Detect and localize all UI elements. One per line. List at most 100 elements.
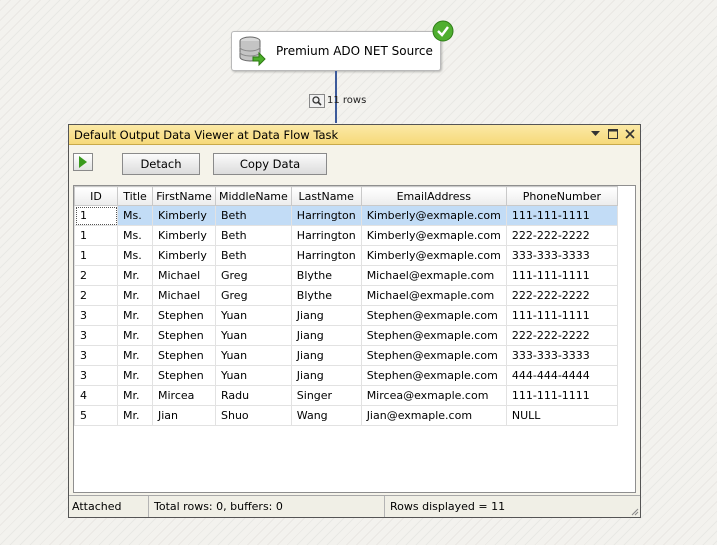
- cell-middlename[interactable]: Yuan: [215, 305, 292, 326]
- cell-lastname[interactable]: Jiang: [290, 325, 362, 346]
- cell-middlename[interactable]: Yuan: [215, 325, 292, 346]
- cell-lastname[interactable]: Wang: [290, 405, 362, 426]
- cell-emailaddress[interactable]: Stephen@exmaple.com: [360, 365, 507, 386]
- cell-lastname[interactable]: Jiang: [290, 345, 362, 366]
- detach-button[interactable]: Detach: [122, 153, 200, 175]
- cell-title[interactable]: Mr.: [117, 365, 153, 386]
- table-row[interactable]: 3 Mr. Stephen Yuan Jiang Stephen@exmaple.com 1…: [74, 305, 618, 326]
- cell-phonenumber[interactable]: 111-111-1111: [505, 265, 618, 286]
- column-header-emailaddress[interactable]: EmailAddress: [360, 186, 507, 206]
- table-row[interactable]: 2 Mr. Michael Greg Blythe Michael@exmaple.com…: [74, 265, 618, 286]
- cell-id[interactable]: 3: [74, 325, 118, 346]
- cell-middlename[interactable]: Greg: [215, 285, 292, 306]
- cell-title[interactable]: Mr.: [117, 305, 153, 326]
- column-header-id[interactable]: ID: [74, 186, 118, 206]
- play-button[interactable]: [73, 153, 93, 171]
- cell-middlename[interactable]: Yuan: [215, 345, 292, 366]
- resize-grip-icon[interactable]: [629, 506, 639, 516]
- cell-id[interactable]: 5: [74, 405, 118, 426]
- cell-middlename[interactable]: Beth: [215, 245, 292, 266]
- viewer-title-bar[interactable]: Default Output Data Viewer at Data Flow …: [69, 125, 640, 145]
- cell-lastname[interactable]: Harrington: [290, 245, 362, 266]
- cell-firstname[interactable]: Michael: [152, 285, 216, 306]
- cell-title[interactable]: Mr.: [117, 325, 153, 346]
- table-row[interactable]: 1 Ms. Kimberly Beth Harrington Kimberly@exmap…: [74, 205, 618, 226]
- cell-middlename[interactable]: Greg: [215, 265, 292, 286]
- table-row[interactable]: 5 Mr. Jian Shuo Wang Jian@exmaple.com NULL: [74, 405, 618, 426]
- cell-phonenumber[interactable]: 111-111-1111: [505, 205, 618, 226]
- cell-firstname[interactable]: Stephen: [152, 325, 216, 346]
- cell-phonenumber[interactable]: 333-333-3333: [505, 345, 618, 366]
- cell-firstname[interactable]: Kimberly: [152, 205, 216, 226]
- column-header-firstname[interactable]: FirstName: [152, 186, 216, 206]
- cell-lastname[interactable]: Jiang: [290, 365, 362, 386]
- cell-emailaddress[interactable]: Kimberly@exmaple.com: [360, 245, 507, 266]
- column-header-lastname[interactable]: LastName: [290, 186, 362, 206]
- cell-title[interactable]: Ms.: [117, 205, 153, 226]
- cell-phonenumber[interactable]: 111-111-1111: [505, 385, 618, 406]
- cell-id[interactable]: 1: [74, 245, 118, 266]
- cell-title[interactable]: Mr.: [117, 385, 153, 406]
- cell-lastname[interactable]: Blythe: [290, 265, 362, 286]
- table-row[interactable]: 2 Mr. Michael Greg Blythe Michael@exmaple.com…: [74, 285, 618, 306]
- cell-middlename[interactable]: Radu: [215, 385, 292, 406]
- data-grid[interactable]: ID Title FirstName MiddleName LastName E…: [73, 185, 636, 493]
- table-row[interactable]: 1 Ms. Kimberly Beth Harrington Kimberly@exmap…: [74, 225, 618, 246]
- close-icon[interactable]: [623, 127, 636, 140]
- cell-title[interactable]: Mr.: [117, 345, 153, 366]
- cell-firstname[interactable]: Kimberly: [152, 245, 216, 266]
- premium-ado-net-source-component[interactable]: Premium ADO NET Source: [231, 31, 441, 71]
- cell-emailaddress[interactable]: Mircea@exmaple.com: [360, 385, 507, 406]
- cell-emailaddress[interactable]: Kimberly@exmaple.com: [360, 225, 507, 246]
- table-row[interactable]: 3 Mr. Stephen Yuan Jiang Stephen@exmaple.com 2…: [74, 325, 618, 346]
- cell-emailaddress[interactable]: Jian@exmaple.com: [360, 405, 507, 426]
- maximize-icon[interactable]: [606, 127, 619, 140]
- cell-lastname[interactable]: Jiang: [290, 305, 362, 326]
- cell-firstname[interactable]: Kimberly: [152, 225, 216, 246]
- cell-phonenumber[interactable]: 222-222-2222: [505, 285, 618, 306]
- cell-phonenumber[interactable]: NULL: [505, 405, 618, 426]
- cell-firstname[interactable]: Stephen: [152, 305, 216, 326]
- cell-id[interactable]: 3: [74, 345, 118, 366]
- cell-id[interactable]: 1: [74, 205, 118, 226]
- cell-middlename[interactable]: Beth: [215, 205, 292, 226]
- cell-phonenumber[interactable]: 444-444-4444: [505, 365, 618, 386]
- cell-emailaddress[interactable]: Stephen@exmaple.com: [360, 305, 507, 326]
- cell-phonenumber[interactable]: 222-222-2222: [505, 225, 618, 246]
- cell-emailaddress[interactable]: Michael@exmaple.com: [360, 285, 507, 306]
- cell-title[interactable]: Mr.: [117, 265, 153, 286]
- cell-emailaddress[interactable]: Michael@exmaple.com: [360, 265, 507, 286]
- cell-emailaddress[interactable]: Stephen@exmaple.com: [360, 345, 507, 366]
- cell-lastname[interactable]: Harrington: [290, 205, 362, 226]
- column-header-title[interactable]: Title: [117, 186, 153, 206]
- cell-firstname[interactable]: Stephen: [152, 345, 216, 366]
- cell-id[interactable]: 3: [74, 365, 118, 386]
- table-row[interactable]: 3 Mr. Stephen Yuan Jiang Stephen@exmaple.com 4…: [74, 365, 618, 386]
- data-viewer-magnifier-icon[interactable]: [309, 94, 325, 108]
- column-header-middlename[interactable]: MiddleName: [215, 186, 292, 206]
- cell-emailaddress[interactable]: Stephen@exmaple.com: [360, 325, 507, 346]
- cell-phonenumber[interactable]: 111-111-1111: [505, 305, 618, 326]
- dropdown-arrow-icon[interactable]: [589, 127, 602, 140]
- cell-title[interactable]: Ms.: [117, 245, 153, 266]
- cell-firstname[interactable]: Michael: [152, 265, 216, 286]
- cell-lastname[interactable]: Blythe: [290, 285, 362, 306]
- cell-emailaddress[interactable]: Kimberly@exmaple.com: [360, 205, 507, 226]
- cell-title[interactable]: Mr.: [117, 405, 153, 426]
- cell-firstname[interactable]: Mircea: [152, 385, 216, 406]
- table-row[interactable]: 1 Ms. Kimberly Beth Harrington Kimberly@exmap…: [74, 245, 618, 266]
- cell-title[interactable]: Mr.: [117, 285, 153, 306]
- cell-lastname[interactable]: Singer: [290, 385, 362, 406]
- cell-firstname[interactable]: Jian: [152, 405, 216, 426]
- cell-id[interactable]: 4: [74, 385, 118, 406]
- cell-lastname[interactable]: Harrington: [290, 225, 362, 246]
- cell-id[interactable]: 2: [74, 265, 118, 286]
- table-row[interactable]: 3 Mr. Stephen Yuan Jiang Stephen@exmaple.com 3…: [74, 345, 618, 366]
- cell-title[interactable]: Ms.: [117, 225, 153, 246]
- cell-middlename[interactable]: Beth: [215, 225, 292, 246]
- cell-id[interactable]: 2: [74, 285, 118, 306]
- copy-data-button[interactable]: Copy Data: [213, 153, 327, 175]
- table-row[interactable]: 4 Mr. Mircea Radu Singer Mircea@exmaple.com 11…: [74, 385, 618, 406]
- cell-firstname[interactable]: Stephen: [152, 365, 216, 386]
- cell-phonenumber[interactable]: 333-333-3333: [505, 245, 618, 266]
